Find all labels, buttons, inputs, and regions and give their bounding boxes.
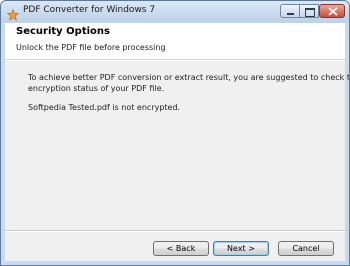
pdf-converter-app-icon: [6, 6, 20, 21]
instruction-text: To achieve better PDF conversion or extr…: [28, 72, 350, 94]
window-title: PDF Converter for Windows 7: [23, 5, 156, 15]
page-title: Security Options: [16, 26, 110, 37]
title-bar[interactable]: PDF Converter for Windows 7: [1, 1, 349, 23]
next-button[interactable]: Next >: [213, 241, 269, 256]
dialog-client-area: Security Options Unlock the PDF file bef…: [5, 23, 349, 261]
minimize-icon[interactable]: [280, 4, 300, 18]
wizard-window: PDF Converter for Windows 7 Security Opt…: [0, 0, 350, 266]
footer-divider: [5, 230, 345, 232]
back-button[interactable]: < Back: [153, 241, 209, 256]
close-icon[interactable]: [319, 4, 345, 18]
header-divider: [5, 60, 345, 61]
instruction-line-1: To achieve better PDF conversion or extr…: [28, 73, 350, 82]
instruction-line-2: encryption status of your PDF file.: [28, 84, 165, 93]
page-subtitle: Unlock the PDF file before processing: [16, 43, 166, 52]
encryption-status-text: Softpedia Tested.pdf is not encrypted.: [28, 103, 181, 112]
cancel-button[interactable]: Cancel: [278, 241, 334, 256]
wizard-header: Security Options Unlock the PDF file bef…: [5, 23, 345, 60]
maximize-icon[interactable]: [299, 4, 319, 18]
